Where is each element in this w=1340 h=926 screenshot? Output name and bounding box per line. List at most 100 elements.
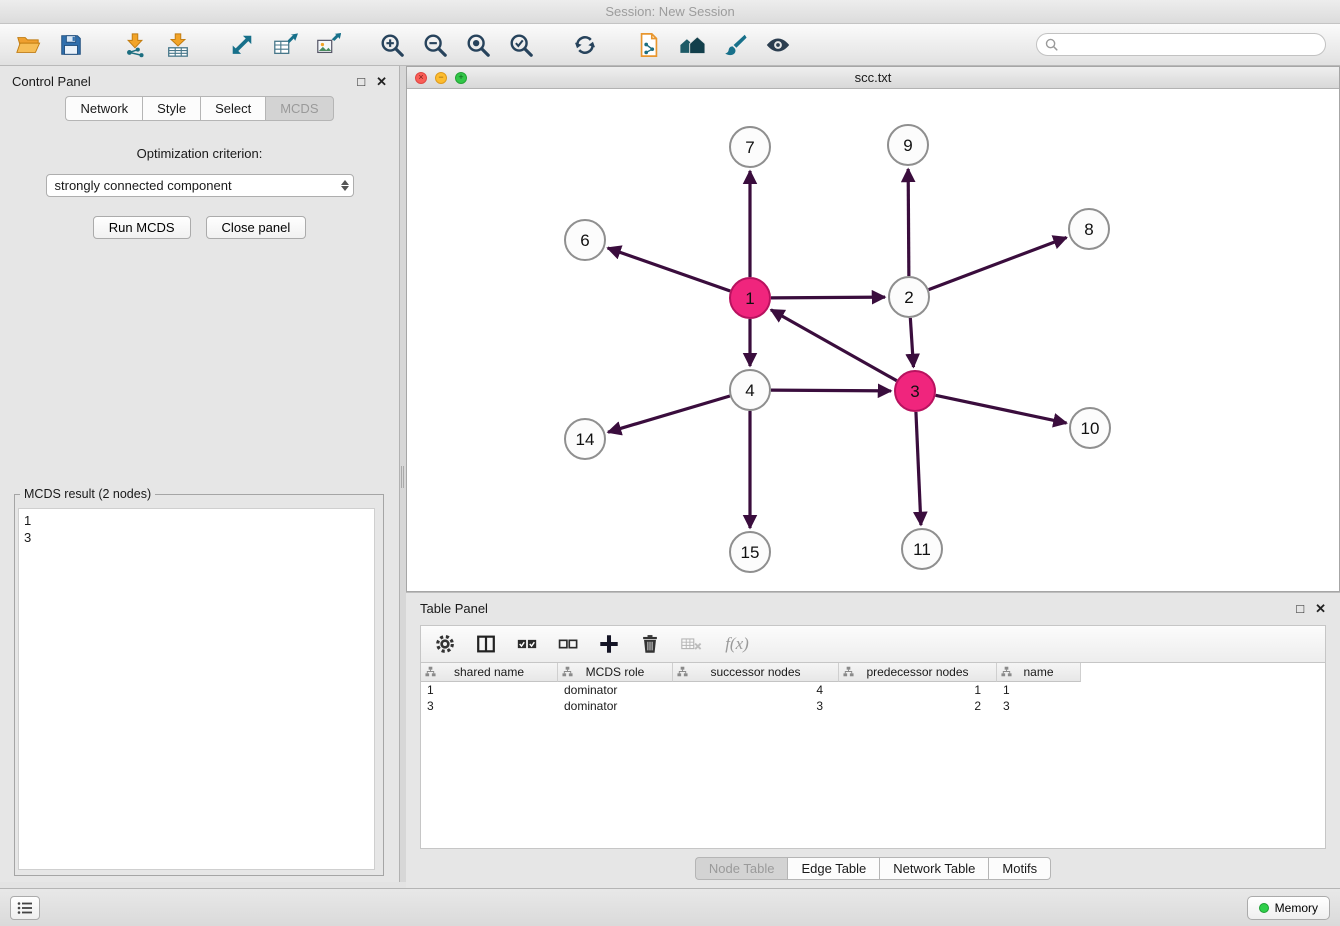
apply-style-icon[interactable]: [721, 31, 749, 59]
svg-text:15: 15: [741, 543, 760, 562]
refresh-icon[interactable]: [571, 31, 599, 59]
tab-style[interactable]: Style: [142, 96, 200, 121]
column-header-successor-nodes[interactable]: successor nodes: [673, 663, 839, 682]
tab-select[interactable]: Select: [200, 96, 265, 121]
node-6[interactable]: 6: [565, 220, 605, 260]
node-11[interactable]: 11: [902, 529, 942, 569]
svg-text:9: 9: [903, 136, 912, 155]
tab-node-table[interactable]: Node Table: [695, 857, 788, 880]
tab-network[interactable]: Network: [65, 96, 142, 121]
table-panel-title: Table Panel: [420, 601, 488, 616]
close-icon[interactable]: ✕: [376, 75, 387, 88]
export-table-icon[interactable]: [271, 31, 299, 59]
close-icon[interactable]: ×: [415, 72, 427, 84]
network-canvas[interactable]: 7 9 6 8 1 2 4 3 14 10 15 11: [407, 89, 1339, 591]
close-panel-button[interactable]: Close panel: [206, 216, 307, 239]
column-header-predecessor-nodes[interactable]: predecessor nodes: [839, 663, 997, 682]
memory-status-icon: [1259, 903, 1269, 913]
column-header-label: shared name: [454, 665, 524, 679]
node-2[interactable]: 2: [889, 277, 929, 317]
import-table-icon[interactable]: [164, 31, 192, 59]
edge-4-3[interactable]: [771, 390, 891, 391]
add-column-icon[interactable]: [597, 632, 621, 656]
control-panel: Control Panel □ ✕ NetworkStyleSelectMCDS…: [0, 66, 400, 882]
first-neighbors-icon[interactable]: [635, 31, 663, 59]
node-9[interactable]: 9: [888, 125, 928, 165]
float-icon[interactable]: □: [1296, 602, 1304, 615]
table-row[interactable]: 1dominator411: [421, 682, 1325, 698]
edge-2-3[interactable]: [910, 318, 913, 367]
node-4[interactable]: 4: [730, 370, 770, 410]
mcds-result-title: MCDS result (2 nodes): [20, 487, 155, 501]
control-panel-tabs: NetworkStyleSelectMCDS: [0, 96, 399, 121]
edge-2-8[interactable]: [929, 237, 1067, 289]
column-header-label: predecessor nodes: [866, 665, 968, 679]
run-mcds-button[interactable]: Run MCDS: [93, 216, 191, 239]
minimize-icon[interactable]: −: [435, 72, 447, 84]
node-1[interactable]: 1: [730, 278, 770, 318]
column-header-name[interactable]: name: [997, 663, 1081, 682]
sort-hierarchy-icon: [1001, 666, 1012, 677]
search-box[interactable]: [1036, 33, 1326, 56]
export-image-icon[interactable]: [314, 31, 342, 59]
zoom-fit-icon[interactable]: [464, 31, 492, 59]
svg-text:8: 8: [1084, 220, 1093, 239]
zoom-icon[interactable]: +: [455, 72, 467, 84]
zoom-in-icon[interactable]: [378, 31, 406, 59]
table-panel-header: Table Panel □ ✕: [406, 593, 1340, 623]
toolbar-group: [14, 31, 85, 59]
function-builder-icon[interactable]: f(x): [720, 632, 754, 656]
node-10[interactable]: 10: [1070, 408, 1110, 448]
select-all-icon[interactable]: [515, 632, 539, 656]
optimization-dropdown[interactable]: strongly connected component: [46, 174, 354, 197]
split-columns-icon[interactable]: [474, 632, 498, 656]
node-14[interactable]: 14: [565, 419, 605, 459]
home-icon[interactable]: [678, 31, 706, 59]
edge-3-1[interactable]: [771, 310, 897, 381]
show-hide-icon[interactable]: [764, 31, 792, 59]
window-title: Session: New Session: [605, 4, 734, 19]
network-arrows-icon[interactable]: [228, 31, 256, 59]
delete-table-icon[interactable]: [679, 632, 703, 656]
edge-2-9[interactable]: [908, 169, 909, 276]
main-toolbar: [0, 24, 1340, 66]
delete-column-icon[interactable]: [638, 632, 662, 656]
column-header-MCDS-role[interactable]: MCDS role: [558, 663, 673, 682]
tab-mcds[interactable]: MCDS: [265, 96, 333, 121]
node-3[interactable]: 3: [895, 371, 935, 411]
deselect-all-icon[interactable]: [556, 632, 580, 656]
edge-1-2[interactable]: [771, 297, 885, 298]
node-7[interactable]: 7: [730, 127, 770, 167]
close-icon[interactable]: ✕: [1315, 602, 1326, 615]
edge-3-11[interactable]: [916, 412, 921, 525]
table-row[interactable]: 3dominator323: [421, 698, 1325, 714]
column-header-label: name: [1023, 665, 1053, 679]
chevron-up-down-icon: [341, 180, 349, 191]
mcds-result-list[interactable]: 13: [18, 508, 375, 870]
float-icon[interactable]: □: [357, 75, 365, 88]
toolbar-group: [378, 31, 535, 59]
task-history-button[interactable]: [10, 896, 40, 920]
edge-3-10[interactable]: [936, 395, 1067, 423]
column-header-label: MCDS role: [586, 665, 645, 679]
memory-button[interactable]: Memory: [1247, 896, 1330, 920]
tab-network-table[interactable]: Network Table: [879, 857, 988, 880]
save-icon[interactable]: [57, 31, 85, 59]
import-network-icon[interactable]: [121, 31, 149, 59]
table-cell: dominator: [558, 698, 673, 714]
edge-1-6[interactable]: [608, 248, 731, 291]
edge-4-14[interactable]: [608, 396, 730, 432]
node-15[interactable]: 15: [730, 532, 770, 572]
search-input[interactable]: [1064, 38, 1317, 52]
zoom-out-icon[interactable]: [421, 31, 449, 59]
gear-icon[interactable]: [433, 632, 457, 656]
zoom-selected-icon[interactable]: [507, 31, 535, 59]
tab-motifs[interactable]: Motifs: [988, 857, 1051, 880]
table-cell: 1: [839, 682, 997, 698]
node-8[interactable]: 8: [1069, 209, 1109, 249]
tab-edge-table[interactable]: Edge Table: [787, 857, 879, 880]
open-folder-icon[interactable]: [14, 31, 42, 59]
list-icon: [17, 901, 33, 915]
svg-text:11: 11: [913, 540, 931, 559]
column-header-shared-name[interactable]: shared name: [421, 663, 558, 682]
